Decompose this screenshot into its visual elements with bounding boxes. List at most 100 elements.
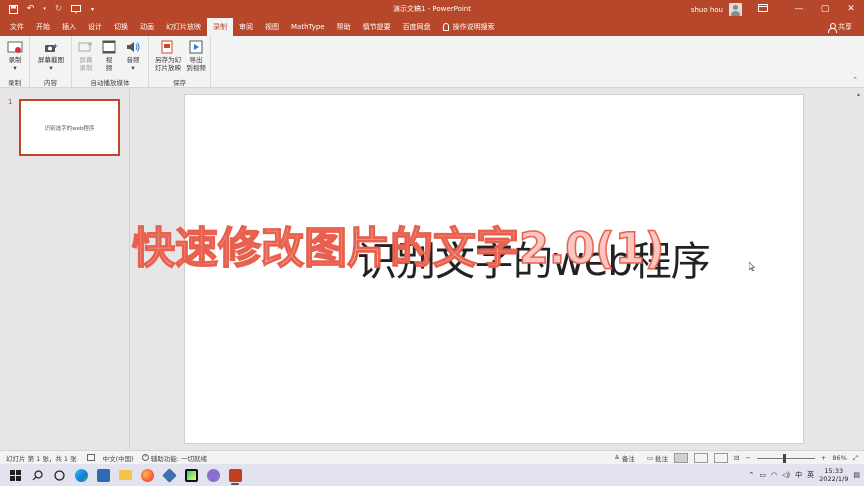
save-as-show-icon <box>160 39 176 55</box>
firefox-icon[interactable] <box>136 464 158 486</box>
tab-mathtype[interactable]: MathType <box>285 18 331 36</box>
avatar[interactable] <box>729 3 742 16</box>
app-gear-icon[interactable] <box>202 464 224 486</box>
group-label-content: 内容 <box>44 79 57 87</box>
normal-view-button[interactable] <box>673 453 688 463</box>
screen-recording-button[interactable]: 屏幕 录制 <box>76 39 96 72</box>
tell-me-search[interactable]: 操作说明搜索 <box>437 18 501 36</box>
battery-icon[interactable]: ▭ <box>759 471 766 479</box>
store-icon[interactable] <box>92 464 114 486</box>
ime-mode-indicator[interactable]: 英 <box>807 470 814 480</box>
notes-icon: ≙ <box>614 454 620 462</box>
clock-time: 15:33 <box>824 467 844 475</box>
network-icon[interactable]: ◠ <box>771 471 777 479</box>
screen-recording-icon <box>78 39 94 55</box>
tab-help[interactable]: 帮助 <box>331 18 357 36</box>
screenshot-dropdown: ▾ <box>49 64 53 72</box>
audio-label: 音频 <box>126 56 140 64</box>
person-icon <box>828 23 837 33</box>
zoom-slider[interactable] <box>756 453 815 463</box>
video-line2: 频 <box>105 64 113 72</box>
notes-button[interactable]: ≙ 备注 <box>614 453 634 463</box>
tab-design[interactable]: 设计 <box>82 18 108 36</box>
screen-recording-line1: 屏幕 <box>79 56 93 64</box>
ribbon-display-options-icon[interactable] <box>758 4 769 15</box>
clock-date: 2022/1/9 <box>819 475 849 483</box>
video-line1: 视 <box>105 56 113 64</box>
customize-qat-icon[interactable]: ▾ <box>87 4 98 15</box>
comments-button[interactable]: ▭ 批注 <box>647 453 668 463</box>
zoom-level[interactable]: 86% <box>832 454 846 462</box>
search-icon[interactable] <box>26 464 48 486</box>
undo-icon[interactable]: ↶ <box>25 4 36 15</box>
mouse-cursor-icon <box>749 262 755 271</box>
virtualbox-icon[interactable] <box>158 464 180 486</box>
pycharm-icon[interactable] <box>180 464 202 486</box>
group-content: 屏幕截图 ▾ 内容 <box>30 36 72 88</box>
edge-browser-icon[interactable] <box>70 464 92 486</box>
save-icon[interactable] <box>8 4 19 15</box>
tray-chevron-icon[interactable]: ⌃ <box>748 471 754 479</box>
tab-view[interactable]: 视图 <box>259 18 285 36</box>
tab-record[interactable]: 录制 <box>207 18 233 36</box>
slide-sorter-button[interactable] <box>693 453 708 463</box>
zoom-slider-thumb[interactable] <box>782 453 786 463</box>
zoom-in-button[interactable]: + <box>821 454 826 462</box>
tab-review[interactable]: 审阅 <box>233 18 259 36</box>
taskbar-clock[interactable]: 15:33 2022/1/9 <box>819 467 848 483</box>
tab-transitions[interactable]: 切换 <box>108 18 134 36</box>
spellcheck-icon[interactable] <box>86 454 95 461</box>
undo-dropdown-icon[interactable]: ▾ <box>42 4 47 15</box>
ime-indicator[interactable]: 中 <box>795 470 802 480</box>
tab-slideshow[interactable]: 幻灯片放映 <box>160 18 207 36</box>
file-explorer-icon[interactable] <box>114 464 136 486</box>
scroll-up-arrow-icon[interactable]: ▴ <box>857 91 860 98</box>
screenshot-button[interactable]: 屏幕截图 ▾ <box>36 39 66 72</box>
group-label-save: 保存 <box>173 79 186 87</box>
tab-baidu-netdisk[interactable]: 百度网盘 <box>397 18 437 36</box>
video-icon <box>101 39 117 55</box>
collapse-ribbon-icon[interactable]: ⌃ <box>852 76 858 84</box>
video-button[interactable]: 视 频 <box>100 39 118 72</box>
save-as-show-line2: 灯片放映 <box>155 64 181 72</box>
close-button[interactable]: ✕ <box>838 0 864 18</box>
record-button[interactable]: 录制 ▾ <box>5 39 25 72</box>
tab-file[interactable]: 文件 <box>4 18 30 36</box>
slideshow-view-icon[interactable]: ⊟ <box>734 454 739 462</box>
tell-me-label: 操作说明搜索 <box>452 23 495 31</box>
export-video-icon <box>188 39 204 55</box>
audio-button[interactable]: 音频 ▾ <box>124 39 142 72</box>
accessibility-status[interactable]: 辅助功能: 一切就绪 <box>141 453 207 463</box>
volume-icon[interactable]: ◁) <box>782 471 790 479</box>
start-button[interactable] <box>4 464 26 486</box>
notification-icon[interactable]: ▤ <box>853 471 860 479</box>
slide-thumbnail[interactable]: 识别选字的web程序 <box>19 99 120 156</box>
redo-icon[interactable]: ↻ <box>53 4 64 15</box>
group-record: 录制 ▾ 录制 <box>0 36 30 88</box>
export-video-line1: 导出 <box>189 56 203 64</box>
status-bar: 幻灯片 第 1 张，共 1 张 中文(中国) 辅助功能: 一切就绪 ≙ 备注 ▭… <box>0 450 864 464</box>
language-indicator[interactable]: 中文(中国) <box>103 453 134 463</box>
window-controls: — ▢ ✕ <box>786 0 864 18</box>
user-name[interactable]: shuo hou <box>691 6 723 14</box>
tab-outline[interactable]: 慎节提要 <box>357 18 397 36</box>
start-from-beginning-icon[interactable] <box>70 4 81 15</box>
reading-view-button[interactable] <box>713 453 728 463</box>
ribbon: 录制 ▾ 录制 屏幕截图 ▾ 内容 屏幕 录制 视 频 音频 ▾ 自动播放媒体 … <box>0 36 864 88</box>
slide-thumbnail-pane: 1 识别选字的web程序 <box>0 89 130 449</box>
account-area[interactable]: shuo hou <box>691 3 769 16</box>
export-video-button[interactable]: 导出 到视频 <box>185 39 207 72</box>
zoom-out-button[interactable]: − <box>745 454 750 462</box>
tab-animations[interactable]: 动画 <box>134 18 160 36</box>
restore-button[interactable]: ▢ <box>812 0 838 18</box>
task-view-icon[interactable] <box>48 464 70 486</box>
comments-icon: ▭ <box>646 454 653 462</box>
tab-insert[interactable]: 插入 <box>56 18 82 36</box>
minimize-button[interactable]: — <box>786 0 812 18</box>
fit-slide-icon[interactable]: ⤢ <box>853 454 858 463</box>
powerpoint-taskbar-icon[interactable] <box>224 464 246 486</box>
video-overlay-title: 快速修改图片的文字2.0(1) <box>131 223 665 275</box>
tab-home[interactable]: 开始 <box>30 18 56 36</box>
share-button[interactable]: 共享 <box>828 18 852 36</box>
save-as-show-button[interactable]: 另存为幻 灯片放映 <box>153 39 183 72</box>
